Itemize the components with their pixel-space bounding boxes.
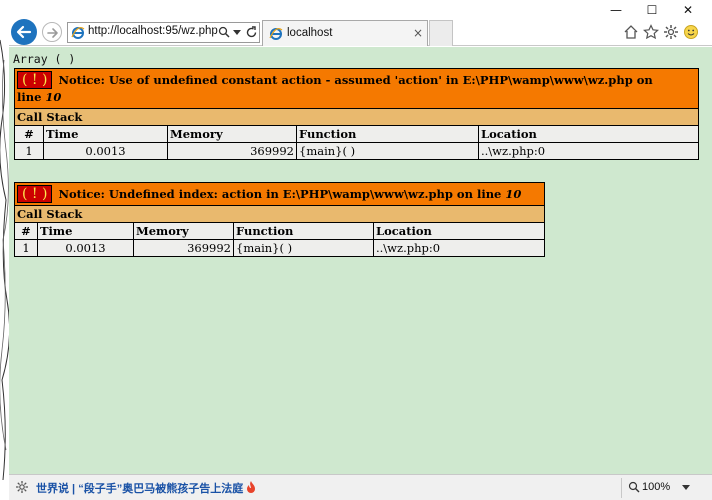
error-badge: ( ! ): [17, 71, 53, 89]
column-header: Location: [478, 125, 699, 143]
navigation-bar: http://localhost:95/wz.php localhost ×: [9, 18, 712, 46]
forward-button[interactable]: [42, 22, 62, 42]
gear-icon[interactable]: [663, 24, 679, 40]
column-header: #: [14, 222, 38, 240]
table-row: 1 0.0013 369992 {main}( ) ..\wz.php:0: [14, 142, 699, 160]
zoom-icon: [628, 481, 640, 493]
column-header: Function: [233, 222, 374, 240]
gear-icon[interactable]: [15, 480, 29, 494]
zoom-level: 100%: [642, 481, 671, 493]
tab-close-button[interactable]: ×: [413, 26, 423, 40]
error-message: ( ! ) Notice: Undefined index: action in …: [14, 182, 545, 206]
column-header: Memory: [133, 222, 234, 240]
fire-icon: [247, 481, 255, 493]
maximize-button[interactable]: ☐: [635, 2, 669, 18]
column-header: Time: [37, 222, 134, 240]
table-row: 1 0.0013 369992 {main}( ) ..\wz.php:0: [14, 239, 545, 257]
error-line-number: 10: [505, 187, 522, 201]
column-header: #: [14, 125, 44, 143]
title-bar: — ☐ ✕: [9, 0, 712, 18]
cell-location: ..\wz.php:0: [478, 142, 699, 160]
column-header: Memory: [167, 125, 297, 143]
error-text-cont: line: [17, 90, 46, 104]
cell-num: 1: [14, 239, 38, 257]
cell-time: 0.0013: [37, 239, 134, 257]
minimize-button[interactable]: —: [599, 2, 633, 18]
cell-location: ..\wz.php:0: [373, 239, 545, 257]
url-text[interactable]: http://localhost:95/wz.php: [88, 25, 218, 37]
zoom-control[interactable]: 100%: [621, 478, 701, 498]
error-table: ( ! ) Notice: Use of undefined constant a…: [14, 68, 699, 160]
cell-function: {main}( ): [233, 239, 374, 257]
refresh-icon[interactable]: [245, 26, 258, 39]
column-header: Location: [373, 222, 545, 240]
chevron-down-icon[interactable]: [682, 485, 690, 490]
forward-arrow-icon: [47, 28, 58, 38]
news-link[interactable]: 世界说 | “段子手”奥巴马被熊孩子告上法庭: [36, 480, 243, 496]
status-bar: 世界说 | “段子手”奥巴马被熊孩子告上法庭 100%: [9, 474, 712, 500]
error-text: Notice: Use of undefined constant action…: [58, 73, 653, 87]
cell-function: {main}( ): [296, 142, 479, 160]
call-stack-header: Call Stack: [14, 108, 699, 126]
ie-logo-icon: [71, 27, 85, 39]
column-header: Function: [296, 125, 479, 143]
error-text: Notice: Undefined index: action in E:\PH…: [58, 187, 506, 201]
column-header: Time: [43, 125, 168, 143]
new-tab-button[interactable]: [429, 20, 453, 46]
array-output: Array ( ): [13, 52, 76, 66]
cell-memory: 369992: [167, 142, 297, 160]
cell-memory: 369992: [133, 239, 234, 257]
page-content: Array ( ) ( ! ) Notice: Use of undefined …: [9, 47, 712, 474]
cell-time: 0.0013: [43, 142, 168, 160]
back-arrow-icon: [16, 25, 32, 39]
favorites-star-icon[interactable]: [643, 24, 659, 40]
close-window-button[interactable]: ✕: [671, 2, 705, 18]
cell-num: 1: [14, 142, 44, 160]
home-icon[interactable]: [623, 24, 639, 40]
tab-localhost[interactable]: localhost ×: [262, 20, 428, 46]
error-badge: ( ! ): [17, 185, 53, 203]
error-message: ( ! ) Notice: Use of undefined constant a…: [14, 68, 699, 109]
error-table: ( ! ) Notice: Undefined index: action in …: [14, 182, 545, 257]
tab-title: localhost: [287, 27, 333, 39]
chevron-down-icon[interactable]: [233, 30, 241, 35]
search-icon[interactable]: [218, 26, 230, 38]
call-stack-header: Call Stack: [14, 205, 545, 223]
back-button[interactable]: [11, 19, 37, 45]
error-line-number: 10: [45, 90, 62, 104]
ie-logo-icon: [269, 28, 283, 40]
address-bar[interactable]: http://localhost:95/wz.php: [67, 22, 260, 43]
desktop-background-strip: [0, 0, 9, 500]
smiley-feedback-icon[interactable]: [683, 24, 699, 40]
